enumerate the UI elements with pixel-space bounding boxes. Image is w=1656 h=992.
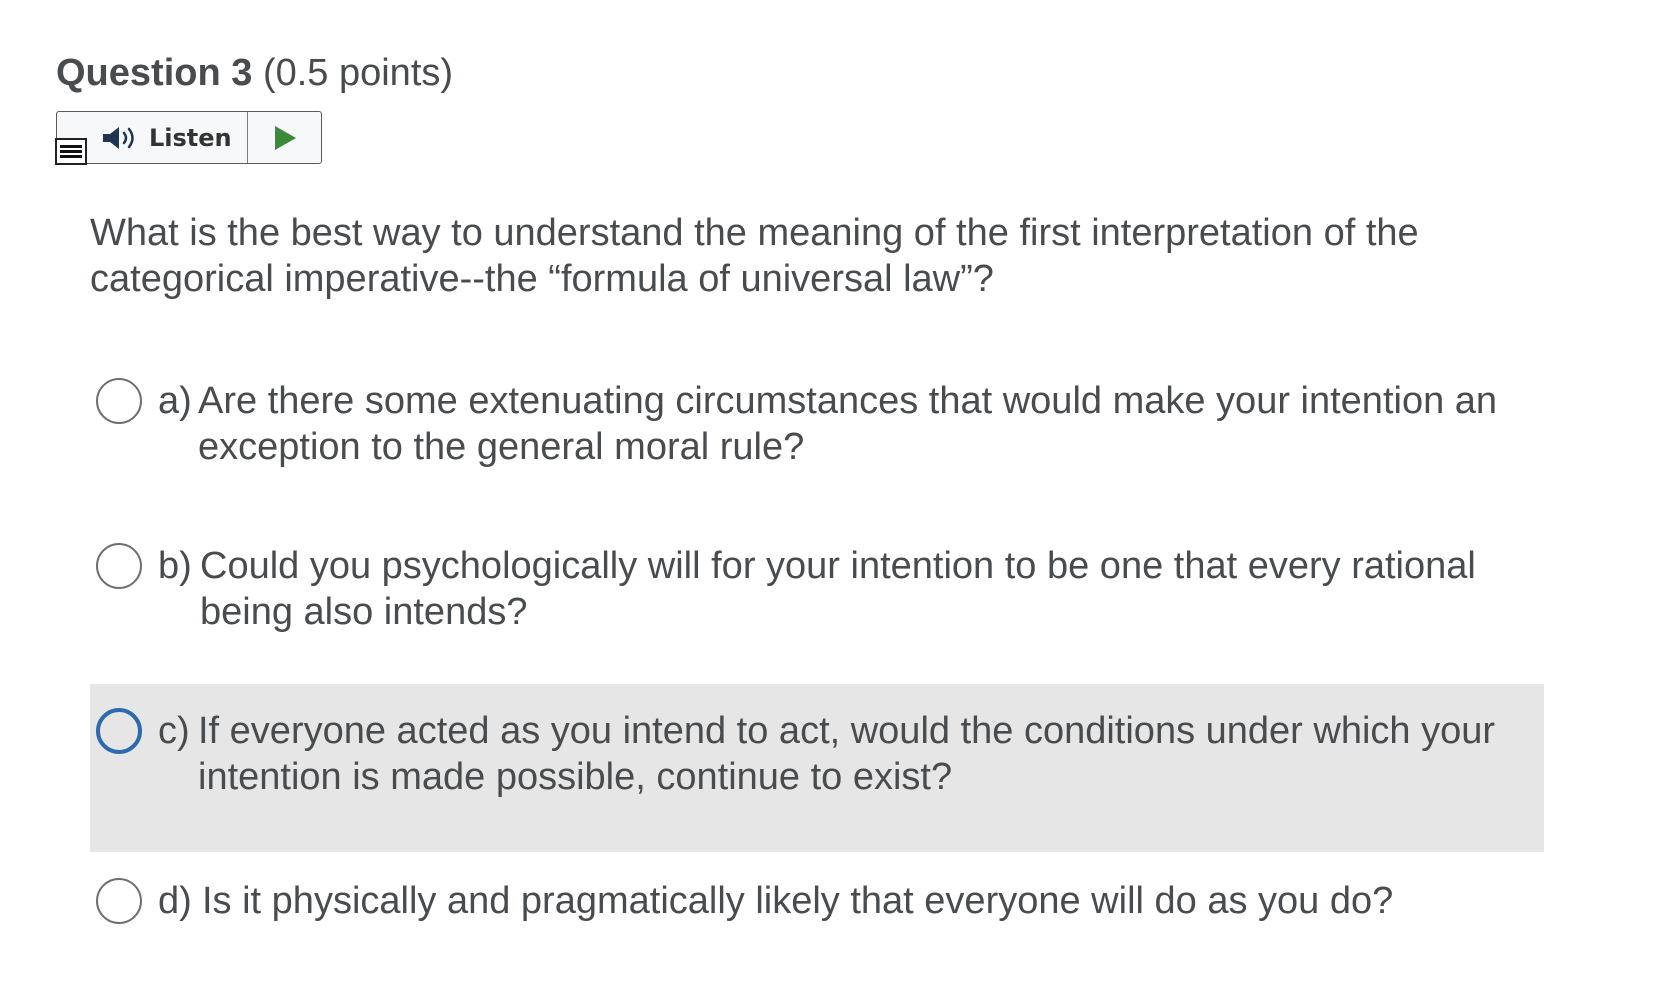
radio-button-a[interactable] (96, 378, 142, 424)
listen-widget: Listen (55, 111, 322, 165)
menu-lines-icon[interactable] (55, 138, 87, 165)
option-text-b: Could you psychologically will for your … (200, 545, 1476, 633)
option-letter-a: a) (158, 380, 192, 422)
question-points: (0.5 points) (262, 52, 454, 94)
option-text-a: Are there some extenuating circumstances… (198, 380, 1498, 468)
radio-button-d[interactable] (96, 878, 142, 924)
listen-button[interactable]: Listen (55, 112, 248, 165)
listen-label: Listen (149, 124, 232, 152)
speaker-icon (103, 127, 134, 149)
answer-option-d[interactable]: d) Is it physically and pragmatically li… (90, 870, 1544, 940)
radio-button-b[interactable] (96, 543, 142, 589)
answer-option-b[interactable]: b) Could you psychologically will for yo… (90, 535, 1544, 645)
answer-option-a[interactable]: a) Are there some extenuating circumstan… (90, 370, 1544, 480)
radio-button-c[interactable] (96, 708, 142, 754)
question-header: Question 3 (0.5 points) (56, 46, 453, 100)
option-letter-d: d) (158, 880, 192, 922)
play-icon (274, 125, 296, 150)
question-title: Question 3 (56, 52, 253, 94)
play-button[interactable] (248, 112, 321, 163)
option-text-d: Is it physically and pragmatically likel… (202, 880, 1394, 922)
question-prompt: What is the best way to understand the m… (90, 212, 1419, 300)
option-letter-b: b) (158, 545, 192, 587)
option-text-c: If everyone acted as you intend to act, … (198, 710, 1496, 798)
option-letter-c: c) (158, 710, 190, 752)
answer-option-c[interactable]: c) If everyone acted as you intend to ac… (90, 684, 1544, 852)
